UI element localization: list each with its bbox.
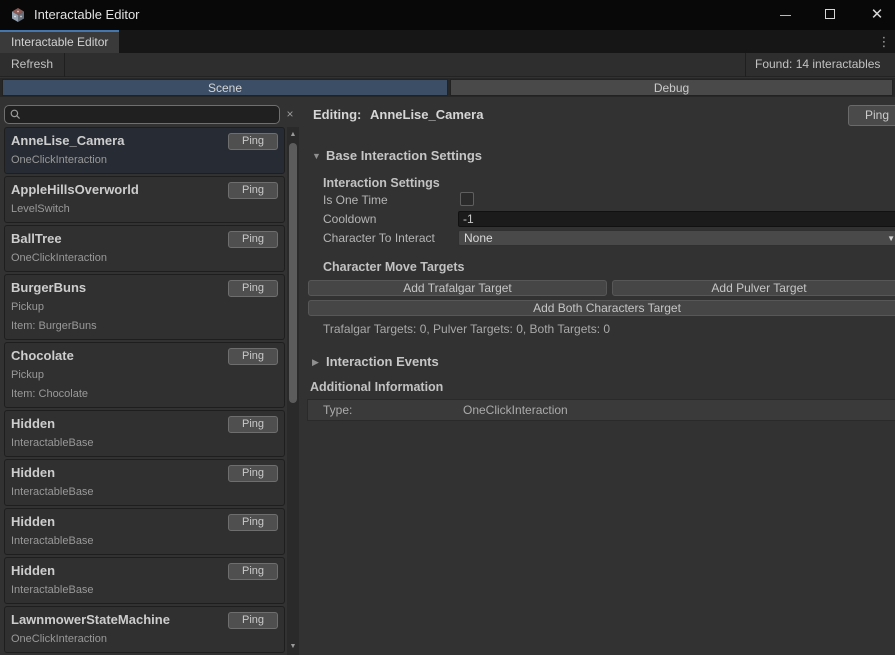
list-item[interactable]: Hidden InteractableBase Ping [4,459,285,506]
item-type: Pickup [11,369,278,382]
editing-panel: Editing: AnneLise_Camera Ping ▼Base Inte… [306,96,895,655]
chevron-down-icon: ▼ [887,234,895,244]
ping-button[interactable]: Ping [228,514,278,531]
list-item[interactable]: LawnmowerStateMachine OneClickInteractio… [4,606,285,653]
type-info-bar: Type: OneClickInteraction [307,399,895,421]
scrollbar-thumb[interactable] [289,143,297,403]
editor-tab-strip: Interactable Editor ⋮ [0,30,895,53]
list-item[interactable]: Hidden InteractableBase Ping [4,508,285,555]
list-scrollbar[interactable]: ▲ ▼ [287,127,299,655]
list-item[interactable]: Hidden InteractableBase Ping [4,557,285,604]
item-detail: Item: Chocolate [11,388,278,401]
maximize-button[interactable] [810,0,850,30]
list-item[interactable]: BurgerBuns Pickup Item: BurgerBuns Ping [4,274,285,340]
item-type: InteractableBase [11,584,278,597]
search-input[interactable] [4,105,280,124]
toolbar: Refresh Found: 14 interactables [0,53,895,77]
found-count-label: Found: 14 interactables [755,53,880,77]
type-label: Type: [323,403,352,417]
additional-information-header: Additional Information [310,380,443,394]
item-type: OneClickInteraction [11,154,278,167]
window-title: Interactable Editor [34,7,140,22]
editing-label: Editing: [313,107,361,122]
list-item[interactable]: Hidden InteractableBase Ping [4,410,285,457]
item-type: InteractableBase [11,437,278,450]
tab-scene[interactable]: Scene [2,79,448,96]
ping-button[interactable]: Ping [228,280,278,297]
ping-button[interactable]: Ping [228,612,278,629]
list-item[interactable]: BallTree OneClickInteraction Ping [4,225,285,272]
scroll-up-icon[interactable]: ▲ [287,129,299,141]
base-interaction-foldout[interactable]: ▼Base Interaction Settings [312,148,482,163]
ping-button[interactable]: Ping [228,231,278,248]
ping-button[interactable]: Ping [228,348,278,365]
tab-interactable-editor[interactable]: Interactable Editor [0,30,119,53]
search-clear-button[interactable]: × [283,105,297,124]
minimize-button[interactable] [765,0,805,30]
item-type: InteractableBase [11,535,278,548]
character-move-targets-header: Character Move Targets [323,260,465,274]
search-bar [4,105,280,124]
ping-button[interactable]: Ping [228,465,278,482]
item-type: OneClickInteraction [11,252,278,265]
is-one-time-checkbox[interactable] [460,192,474,206]
item-type: InteractableBase [11,486,278,499]
tab-debug[interactable]: Debug [450,79,893,96]
add-trafalgar-target-button[interactable]: Add Trafalgar Target [308,280,607,296]
ping-button[interactable]: Ping [228,563,278,580]
close-icon: ✕ [871,6,884,23]
foldout-label: Base Interaction Settings [326,148,482,163]
item-type: OneClickInteraction [11,633,278,646]
kebab-menu-icon[interactable]: ⋮ [877,34,891,50]
item-type: Pickup [11,301,278,314]
list-item[interactable]: AnneLise_Camera OneClickInteraction Ping [4,127,285,174]
item-detail: Item: BurgerBuns [11,320,278,333]
add-both-characters-target-button[interactable]: Add Both Characters Target [308,300,895,316]
minimize-icon [780,15,791,16]
view-tab-row: Scene Debug [0,78,895,97]
editing-ping-button[interactable]: Ping [848,105,895,126]
item-type: LevelSwitch [11,203,278,216]
targets-summary: Trafalgar Targets: 0, Pulver Targets: 0,… [323,322,610,336]
type-value: OneClickInteraction [463,403,568,417]
interaction-settings-header: Interaction Settings [323,176,440,190]
maximize-icon [825,9,835,19]
toolbar-divider [745,53,746,77]
list-item[interactable]: Chocolate Pickup Item: Chocolate Ping [4,342,285,408]
ping-button[interactable]: Ping [228,416,278,433]
refresh-button[interactable]: Refresh [0,53,65,77]
add-pulver-target-button[interactable]: Add Pulver Target [612,280,895,296]
interactable-list: AnneLise_Camera OneClickInteraction Ping… [4,127,285,655]
ping-button[interactable]: Ping [228,133,278,150]
scroll-down-icon[interactable]: ▼ [287,641,299,653]
dropdown-value: None [464,231,493,245]
foldout-collapsed-icon: ▶ [312,357,326,368]
close-button[interactable]: ✕ [857,0,895,30]
search-icon [10,109,21,120]
foldout-expanded-icon: ▼ [312,151,326,161]
character-to-interact-dropdown[interactable]: None ▼ [458,230,895,246]
app-cube-icon [10,7,26,23]
cooldown-field[interactable]: -1 [458,211,895,227]
interaction-events-foldout[interactable]: ▶Interaction Events [312,354,439,369]
is-one-time-label: Is One Time [323,193,388,207]
foldout-label: Interaction Events [326,354,439,369]
title-bar: Interactable Editor ✕ [0,0,895,30]
ping-button[interactable]: Ping [228,182,278,199]
cooldown-label: Cooldown [323,212,376,226]
editing-target-name: AnneLise_Camera [370,107,483,122]
list-item[interactable]: AppleHillsOverworld LevelSwitch Ping [4,176,285,223]
character-to-interact-label: Character To Interact [323,231,435,245]
